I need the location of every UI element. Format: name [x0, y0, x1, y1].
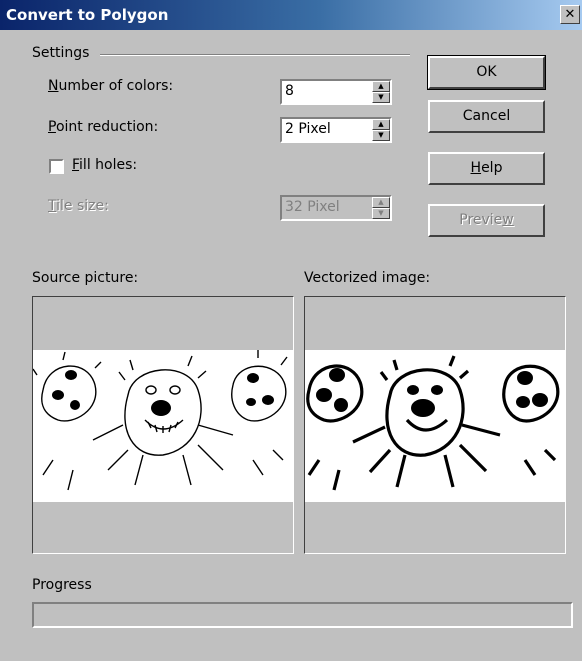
title-bar: Convert to Polygon ✕: [0, 0, 582, 30]
number-of-colors-spinbox[interactable]: 8 ▲ ▼: [280, 79, 392, 105]
close-button[interactable]: ✕: [560, 5, 580, 24]
ok-button[interactable]: OK: [427, 55, 546, 90]
vectorized-image-label: Vectorized image:: [304, 270, 431, 286]
vectorized-image-frame: [304, 296, 566, 554]
number-of-colors-value[interactable]: 8: [285, 83, 294, 99]
close-icon: ✕: [564, 7, 576, 22]
spin-up-icon[interactable]: ▲: [372, 119, 390, 130]
spin-down-icon: ▼: [372, 208, 390, 219]
settings-group-label: Settings: [32, 45, 94, 61]
progress-bar: [32, 602, 573, 628]
point-reduction-value[interactable]: 2 Pixel: [285, 121, 331, 137]
spin-down-icon[interactable]: ▼: [372, 92, 390, 103]
tile-size-label: Tile size:: [48, 198, 109, 214]
fill-holes-checkbox[interactable]: [49, 159, 64, 174]
source-picture: [32, 350, 293, 502]
help-button[interactable]: Help: [428, 152, 545, 185]
window-title: Convert to Polygon: [6, 6, 169, 24]
vectorized-image: [305, 350, 565, 502]
tile-size-spinbox: 32 Pixel ▲ ▼: [280, 195, 392, 221]
source-picture-label: Source picture:: [32, 270, 139, 286]
spin-up-icon[interactable]: ▲: [372, 81, 390, 92]
fill-holes-label[interactable]: Fill holes:: [72, 157, 137, 173]
progress-label: Progress: [32, 577, 92, 593]
settings-group-border: [100, 54, 410, 56]
preview-button: Preview: [428, 204, 545, 237]
number-of-colors-label: Number of colors:: [48, 78, 174, 94]
tile-size-value: 32 Pixel: [285, 199, 340, 215]
spin-down-icon[interactable]: ▼: [372, 130, 390, 141]
point-reduction-label: Point reduction:: [48, 119, 159, 135]
spin-up-icon: ▲: [372, 197, 390, 208]
point-reduction-spinbox[interactable]: 2 Pixel ▲ ▼: [280, 117, 392, 143]
cancel-button[interactable]: Cancel: [428, 100, 545, 133]
source-picture-frame: [32, 296, 294, 554]
